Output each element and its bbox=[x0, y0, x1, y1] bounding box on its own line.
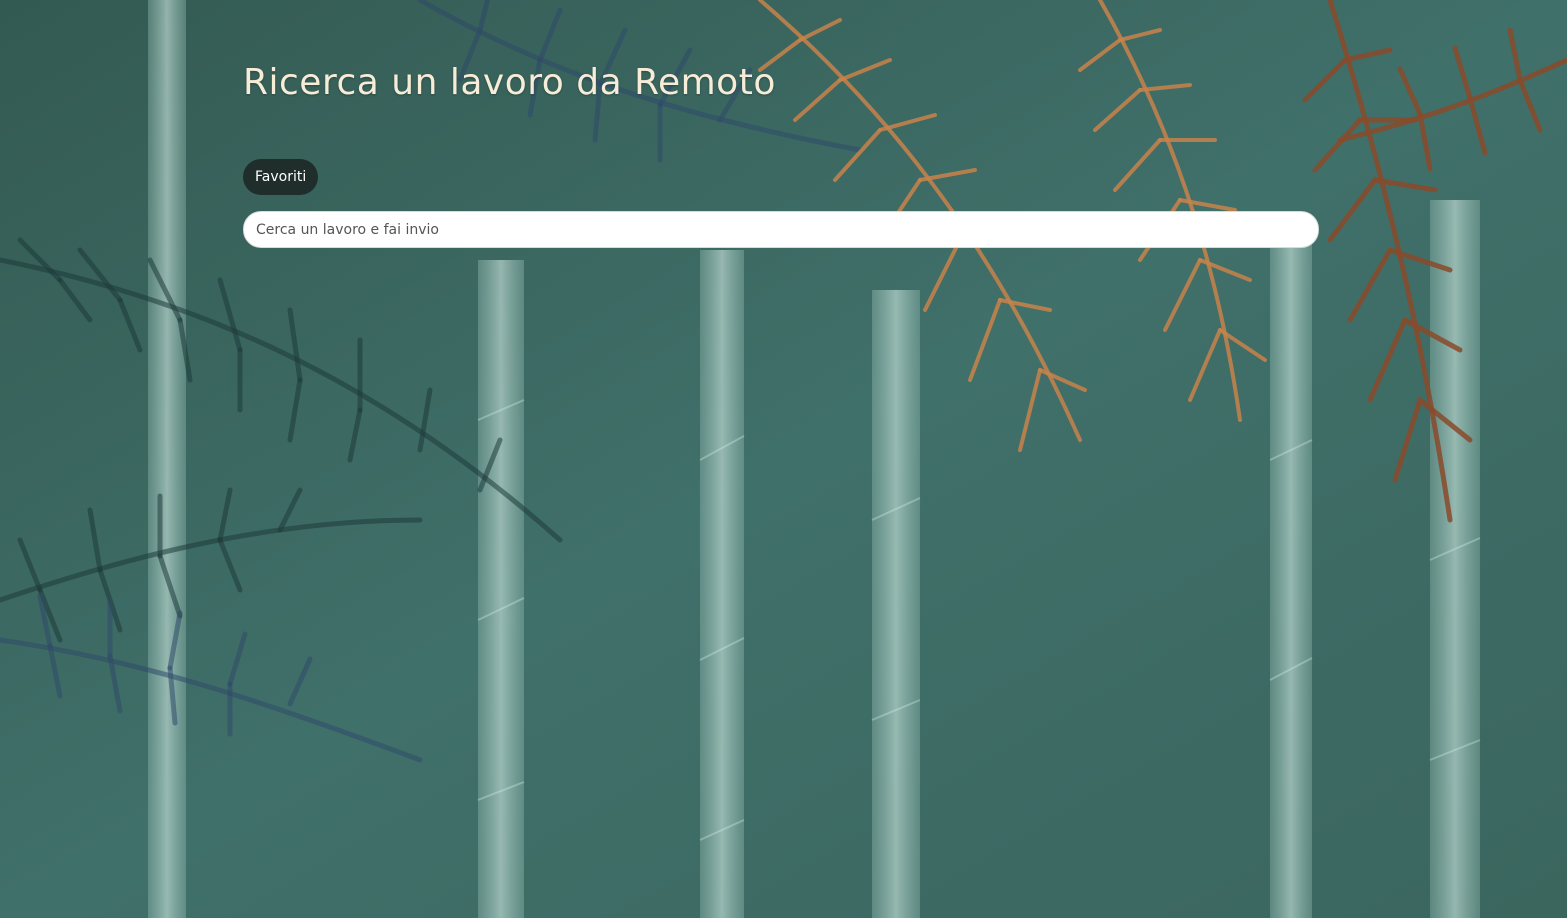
palm-wallpaper-background bbox=[0, 0, 1567, 918]
search-input[interactable] bbox=[243, 211, 1319, 248]
page-title: Ricerca un lavoro da Remoto bbox=[243, 62, 776, 103]
favorites-button[interactable]: Favoriti bbox=[243, 159, 319, 195]
